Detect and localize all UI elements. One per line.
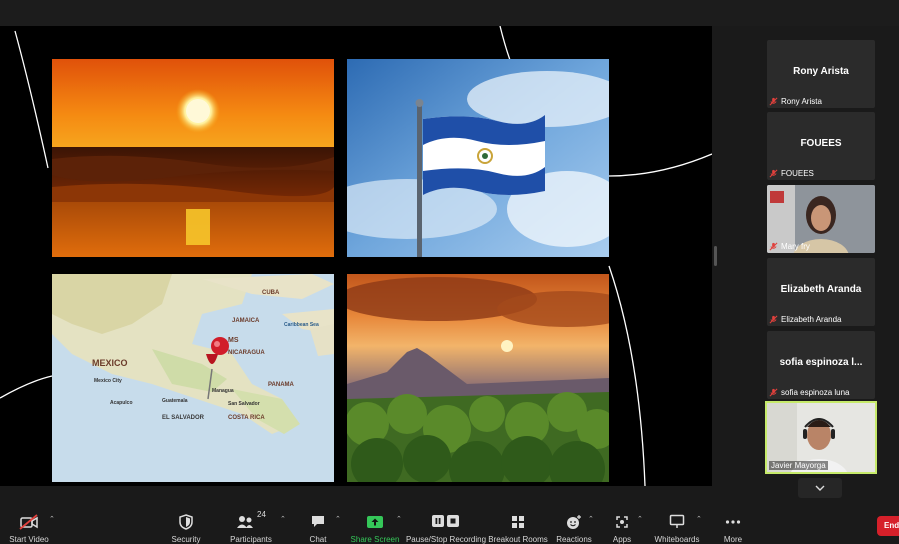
participant-display-name: FOUEES: [800, 138, 842, 149]
breakout-rooms-icon: [512, 515, 524, 528]
chat-bubble-icon: [312, 516, 324, 527]
panel-resize-handle[interactable]: [714, 246, 717, 266]
show-more-participants-button[interactable]: [798, 478, 842, 498]
participants-label: Participants: [230, 535, 272, 544]
pause-stop-recording-button[interactable]: Pause/Stop Recording: [406, 498, 486, 544]
participant-name-label: Rony Arista: [781, 97, 822, 106]
map-label-honduras: MS: [228, 337, 239, 344]
map-label-san-salvador: San Salvador: [228, 401, 260, 407]
map-label-costa-rica: COSTA RICA: [228, 415, 265, 421]
participants-options-caret-icon[interactable]: ⌃: [280, 515, 286, 523]
whiteboard-icon: [669, 514, 685, 528]
mic-off-icon: [769, 169, 778, 178]
video-options-caret-icon[interactable]: ⌃: [49, 515, 55, 523]
window-top-bar: [0, 0, 899, 26]
more-label: More: [723, 535, 743, 544]
whiteboards-options-caret-icon[interactable]: ⌃: [696, 515, 702, 523]
breakout-rooms-button[interactable]: Breakout Rooms: [488, 498, 548, 544]
participants-button[interactable]: 24 Participants: [228, 498, 274, 544]
shield-icon: [179, 513, 193, 530]
whiteboards-label: Whiteboards: [654, 535, 700, 544]
shared-screen: MEXICO Mexico City Guatemala EL SALVADOR…: [0, 26, 712, 486]
sunset-beach-photo: [52, 59, 334, 257]
chevron-down-icon: [815, 485, 825, 491]
video-off-icon: [19, 513, 38, 530]
meeting-toolbar: Start Video ⌃ Security 24 Participants ⌃: [0, 498, 899, 544]
participant-display-name: sofia espinoza l...: [779, 357, 863, 368]
more-dots-icon: [725, 519, 741, 524]
map-label-el-salvador: EL SALVADOR: [162, 415, 205, 421]
security-button[interactable]: Security: [164, 498, 208, 544]
start-video-button[interactable]: Start Video: [6, 498, 52, 544]
participants-count: 24: [257, 510, 266, 519]
map-label-mexico-city: Mexico City: [94, 378, 122, 384]
map-label-jamaica: JAMAICA: [232, 318, 260, 324]
pause-stop-icon: [432, 515, 459, 527]
central-america-map-photo: MEXICO Mexico City Guatemala EL SALVADOR…: [52, 274, 334, 482]
chat-options-caret-icon[interactable]: ⌃: [335, 515, 341, 523]
mic-off-icon: [769, 315, 778, 324]
map-label-nicaragua: NICARAGUA: [228, 350, 265, 356]
participant-tile[interactable]: sofia espinoza l... sofia espinoza luna: [767, 331, 875, 399]
mic-off-icon: [769, 242, 778, 251]
reactions-options-caret-icon[interactable]: ⌃: [588, 515, 594, 523]
mic-off-icon: [769, 388, 778, 397]
participant-name-label: FOUEES: [781, 169, 814, 178]
apps-icon: [616, 515, 628, 528]
map-pin-icon: [211, 337, 229, 355]
participant-name-label: Mary fry: [781, 242, 810, 251]
self-video-tile[interactable]: Javier Mayorga: [765, 401, 877, 474]
participants-icon: [237, 515, 254, 528]
map-label-cuba: CUBA: [262, 290, 280, 296]
apps-label: Apps: [612, 535, 632, 544]
share-screen-button[interactable]: Share Screen: [350, 498, 400, 544]
map-label-guatemala: Guatemala: [162, 398, 188, 404]
chat-label: Chat: [309, 535, 327, 544]
share-options-caret-icon[interactable]: ⌃: [396, 515, 402, 523]
share-screen-label: Share Screen: [350, 535, 400, 544]
map-label-mexico: MEXICO: [92, 358, 128, 368]
start-video-label: Start Video: [9, 535, 49, 544]
apps-button[interactable]: Apps: [608, 498, 636, 544]
el-salvador-flag-photo: [347, 59, 609, 257]
map-label-panama: PANAMA: [268, 382, 295, 388]
self-name-label: Javier Mayorga: [769, 461, 828, 470]
breakout-rooms-label: Breakout Rooms: [488, 535, 548, 544]
participant-tile[interactable]: FOUEES FOUEES: [767, 112, 875, 180]
mic-off-icon: [769, 97, 778, 106]
reactions-label: Reactions: [556, 535, 592, 544]
apps-options-caret-icon[interactable]: ⌃: [637, 515, 643, 523]
security-label: Security: [171, 535, 201, 544]
participant-tile[interactable]: Elizabeth Aranda Elizabeth Aranda: [767, 258, 875, 326]
reactions-button[interactable]: Reactions: [556, 498, 592, 544]
pause-stop-recording-label: Pause/Stop Recording: [405, 535, 487, 544]
participant-video-tile[interactable]: Mary fry: [767, 185, 875, 253]
volcano-forest-photo: [347, 274, 609, 482]
more-button[interactable]: More: [718, 498, 748, 544]
map-label-caribbean-sea: Caribbean Sea: [284, 322, 319, 328]
share-screen-icon: [367, 515, 383, 528]
participant-name-label: Elizabeth Aranda: [781, 315, 842, 324]
participant-tile[interactable]: Rony Arista Rony Arista: [767, 40, 875, 108]
end-meeting-button[interactable]: End: [877, 516, 899, 536]
whiteboards-button[interactable]: Whiteboards: [652, 498, 702, 544]
participant-display-name: Rony Arista: [793, 66, 849, 77]
map-label-acapulco: Acapulco: [110, 400, 133, 406]
chat-button[interactable]: Chat: [304, 498, 332, 544]
reactions-smiley-icon: [567, 514, 581, 529]
participant-name-label: sofia espinoza luna: [781, 388, 850, 397]
participant-display-name: Elizabeth Aranda: [780, 284, 862, 295]
map-label-managua: Managua: [212, 388, 234, 394]
